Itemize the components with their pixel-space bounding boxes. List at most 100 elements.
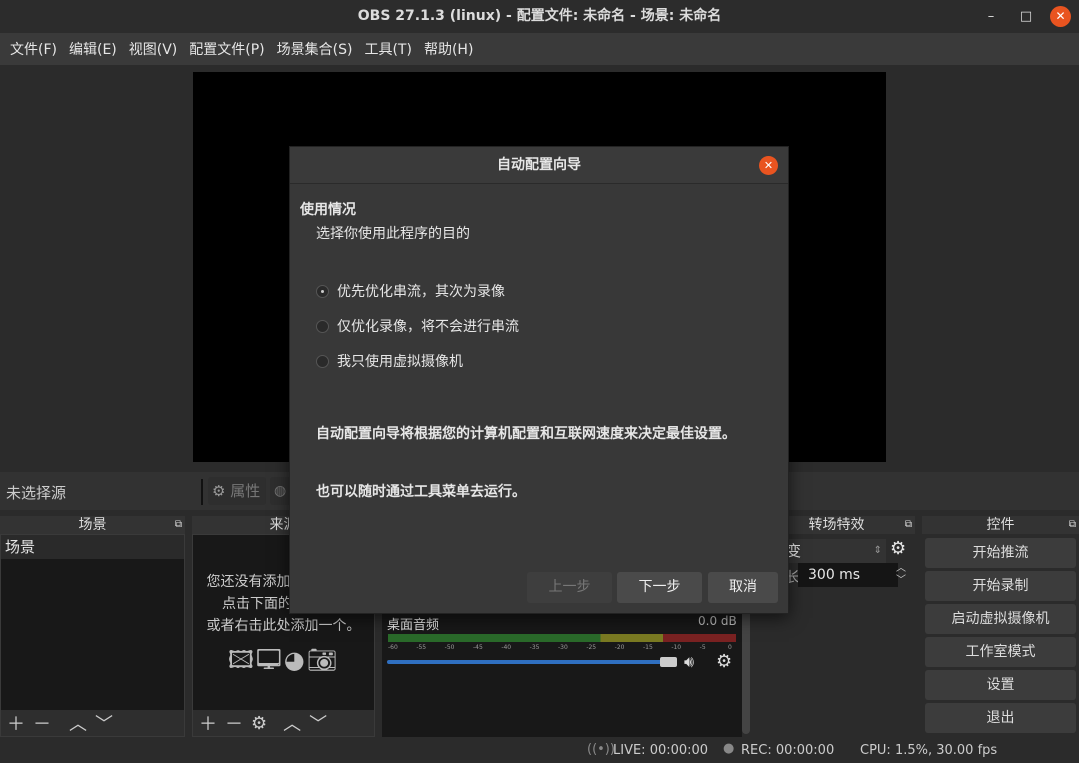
remove-icon[interactable]: － — [225, 710, 243, 736]
no-source-label: 未选择源 — [6, 484, 67, 502]
move-down-icon[interactable]: ﹀ — [309, 710, 327, 736]
option-label: 仅优化录像，将不会进行串流 — [337, 319, 519, 335]
properties-label: 属性 — [230, 482, 261, 500]
duration-input[interactable]: 300 ms — [798, 563, 898, 587]
float-icon[interactable]: ⧉ — [175, 516, 182, 534]
sources-toolbar: ＋ － ⚙ ︿ ﹀ — [193, 710, 374, 736]
meter-tick: -60 — [388, 644, 398, 651]
meter-tick: -25 — [586, 644, 597, 651]
start-virtual-camera-button[interactable]: 启动虚拟摄像机 — [925, 604, 1076, 634]
window-title: OBS 27.1.3 (linux) - 配置文件: 未命名 - 场景: 未命名 — [357, 8, 722, 24]
meter-tick: -35 — [529, 644, 540, 651]
meter-tick: -40 — [501, 644, 512, 651]
add-icon[interactable]: ＋ — [7, 710, 25, 736]
remove-icon[interactable]: － — [33, 710, 51, 736]
volume-meter — [388, 634, 736, 642]
speaker-icon[interactable]: 🔊︎ — [684, 652, 694, 672]
volume-slider-handle[interactable] — [660, 657, 677, 667]
scrollbar[interactable] — [742, 606, 750, 734]
rec-icon: ● — [723, 741, 735, 756]
studio-mode-button[interactable]: 工作室模式 — [925, 637, 1076, 667]
volume-slider[interactable] — [387, 660, 677, 664]
controls-dock-header: 控件 ⧉ — [922, 516, 1079, 534]
empty-hint-line: 或者右击此处添加一个。 — [206, 618, 361, 634]
meter-tick: -30 — [558, 644, 568, 651]
meter-tick: 0 — [728, 644, 732, 651]
dialog-close-button[interactable]: ✕ — [759, 156, 778, 175]
channel-db: 0.0 dB — [698, 614, 737, 628]
gear-icon: ⚙ — [212, 482, 226, 500]
dialog-title-bar: 自动配置向导 — [290, 147, 788, 184]
channel-name: 桌面音频 — [387, 618, 440, 633]
start-streaming-button[interactable]: 开始推流 — [925, 538, 1076, 568]
back-button[interactable]: 上一步 — [527, 572, 612, 603]
duration-stepper[interactable]: ︿ ﹀ — [896, 563, 906, 587]
image-icon: 🖾 — [227, 646, 256, 674]
controls-title: 控件 — [986, 517, 1015, 533]
meter-tick: -15 — [643, 644, 653, 651]
meter-tick: -50 — [444, 644, 455, 651]
meter-tick: -20 — [614, 644, 625, 651]
option-record[interactable]: 仅优化录像，将不会进行串流 — [316, 316, 519, 336]
info-text-2: 也可以随时通过工具菜单去运行。 — [316, 484, 526, 500]
menu-file[interactable]: 文件(F) — [4, 39, 63, 59]
float-icon[interactable]: ⧉ — [1069, 516, 1076, 534]
start-recording-button[interactable]: 开始录制 — [925, 571, 1076, 601]
camera-icon: 📷︎ — [306, 646, 340, 674]
option-label: 优先优化串流，其次为录像 — [337, 284, 505, 300]
menu-edit[interactable]: 编辑(E) — [63, 39, 123, 59]
radio-icon[interactable] — [316, 319, 329, 333]
option-label: 我只使用虚拟摄像机 — [337, 354, 463, 370]
transitions-title: 转场特效 — [808, 517, 865, 533]
option-stream[interactable]: 优先优化串流，其次为录像 — [316, 281, 505, 301]
move-up-icon[interactable]: ︿ — [283, 710, 301, 736]
info-text: 自动配置向导将根据您的计算机配置和互联网速度来决定最佳设置。 — [316, 426, 736, 442]
scenes-dock-header: 场景 ⧉ — [0, 516, 185, 534]
live-time: LIVE: 00:00:00 — [613, 743, 709, 758]
meter-tick: -55 — [416, 644, 427, 651]
gear-icon[interactable]: ⚙ — [890, 538, 906, 559]
minimize-button[interactable]: – — [976, 0, 1006, 33]
maximize-button[interactable]: □ — [1011, 0, 1041, 33]
move-up-icon[interactable]: ︿ — [69, 710, 87, 736]
cancel-button[interactable]: 取消 — [708, 572, 778, 603]
dialog-title: 自动配置向导 — [497, 157, 581, 173]
menu-profile[interactable]: 配置文件(P) — [183, 39, 270, 59]
meter-tick: -5 — [699, 644, 706, 651]
close-button[interactable]: ✕ — [1050, 6, 1071, 27]
spinner-icon: ⇕ — [873, 545, 882, 556]
status-bar: ((•)) LIVE: 00:00:00 ● REC: 00:00:00 CPU… — [0, 738, 1079, 763]
filter-icon: ◍ — [274, 483, 287, 499]
radio-icon[interactable] — [316, 284, 329, 298]
cpu-usage: CPU: 1.5%, 30.00 fps — [860, 743, 998, 758]
scenes-list: 场景 ＋ － ︿ ﹀ — [0, 534, 185, 737]
move-down-icon[interactable]: ﹀ — [95, 710, 113, 736]
meter-tick: -10 — [671, 644, 682, 651]
radio-icon[interactable] — [316, 354, 329, 368]
section-title: 使用情况 — [300, 202, 356, 218]
menu-view[interactable]: 视图(V) — [123, 39, 184, 59]
gear-icon[interactable]: ⚙ — [251, 713, 267, 734]
live-icon: ((•)) — [587, 742, 615, 757]
auto-config-dialog: 自动配置向导 ✕ 使用情况 选择你使用此程序的目的 优先优化串流，其次为录像 仅… — [289, 146, 789, 614]
meter-tick: -45 — [473, 644, 483, 651]
next-button[interactable]: 下一步 — [617, 572, 702, 603]
menu-tools[interactable]: 工具(T) — [358, 39, 417, 59]
exit-button[interactable]: 退出 — [925, 703, 1076, 733]
section-subtitle: 选择你使用此程序的目的 — [316, 226, 470, 242]
properties-button[interactable]: ⚙ 属性 — [208, 477, 266, 505]
add-icon[interactable]: ＋ — [199, 710, 217, 736]
scenes-title: 场景 — [78, 517, 107, 533]
menu-help[interactable]: 帮助(H) — [418, 39, 479, 59]
scene-item[interactable]: 场景 — [1, 535, 184, 559]
gear-icon[interactable]: ⚙ — [716, 651, 732, 672]
display-icon: 🖵 — [256, 646, 284, 674]
transition-select[interactable]: 变 ⇕ — [786, 539, 886, 563]
settings-button[interactable]: 设置 — [925, 670, 1076, 700]
menu-scene-collection[interactable]: 场景集合(S) — [271, 39, 359, 59]
option-virtualcam[interactable]: 我只使用虚拟摄像机 — [316, 351, 463, 371]
menu-bar: 文件(F) 编辑(E) 视图(V) 配置文件(P) 场景集合(S) 工具(T) … — [0, 33, 1079, 65]
globe-icon: ◕ — [283, 646, 307, 674]
scenes-toolbar: ＋ － ︿ ﹀ — [1, 710, 184, 736]
float-icon[interactable]: ⧉ — [905, 516, 912, 534]
